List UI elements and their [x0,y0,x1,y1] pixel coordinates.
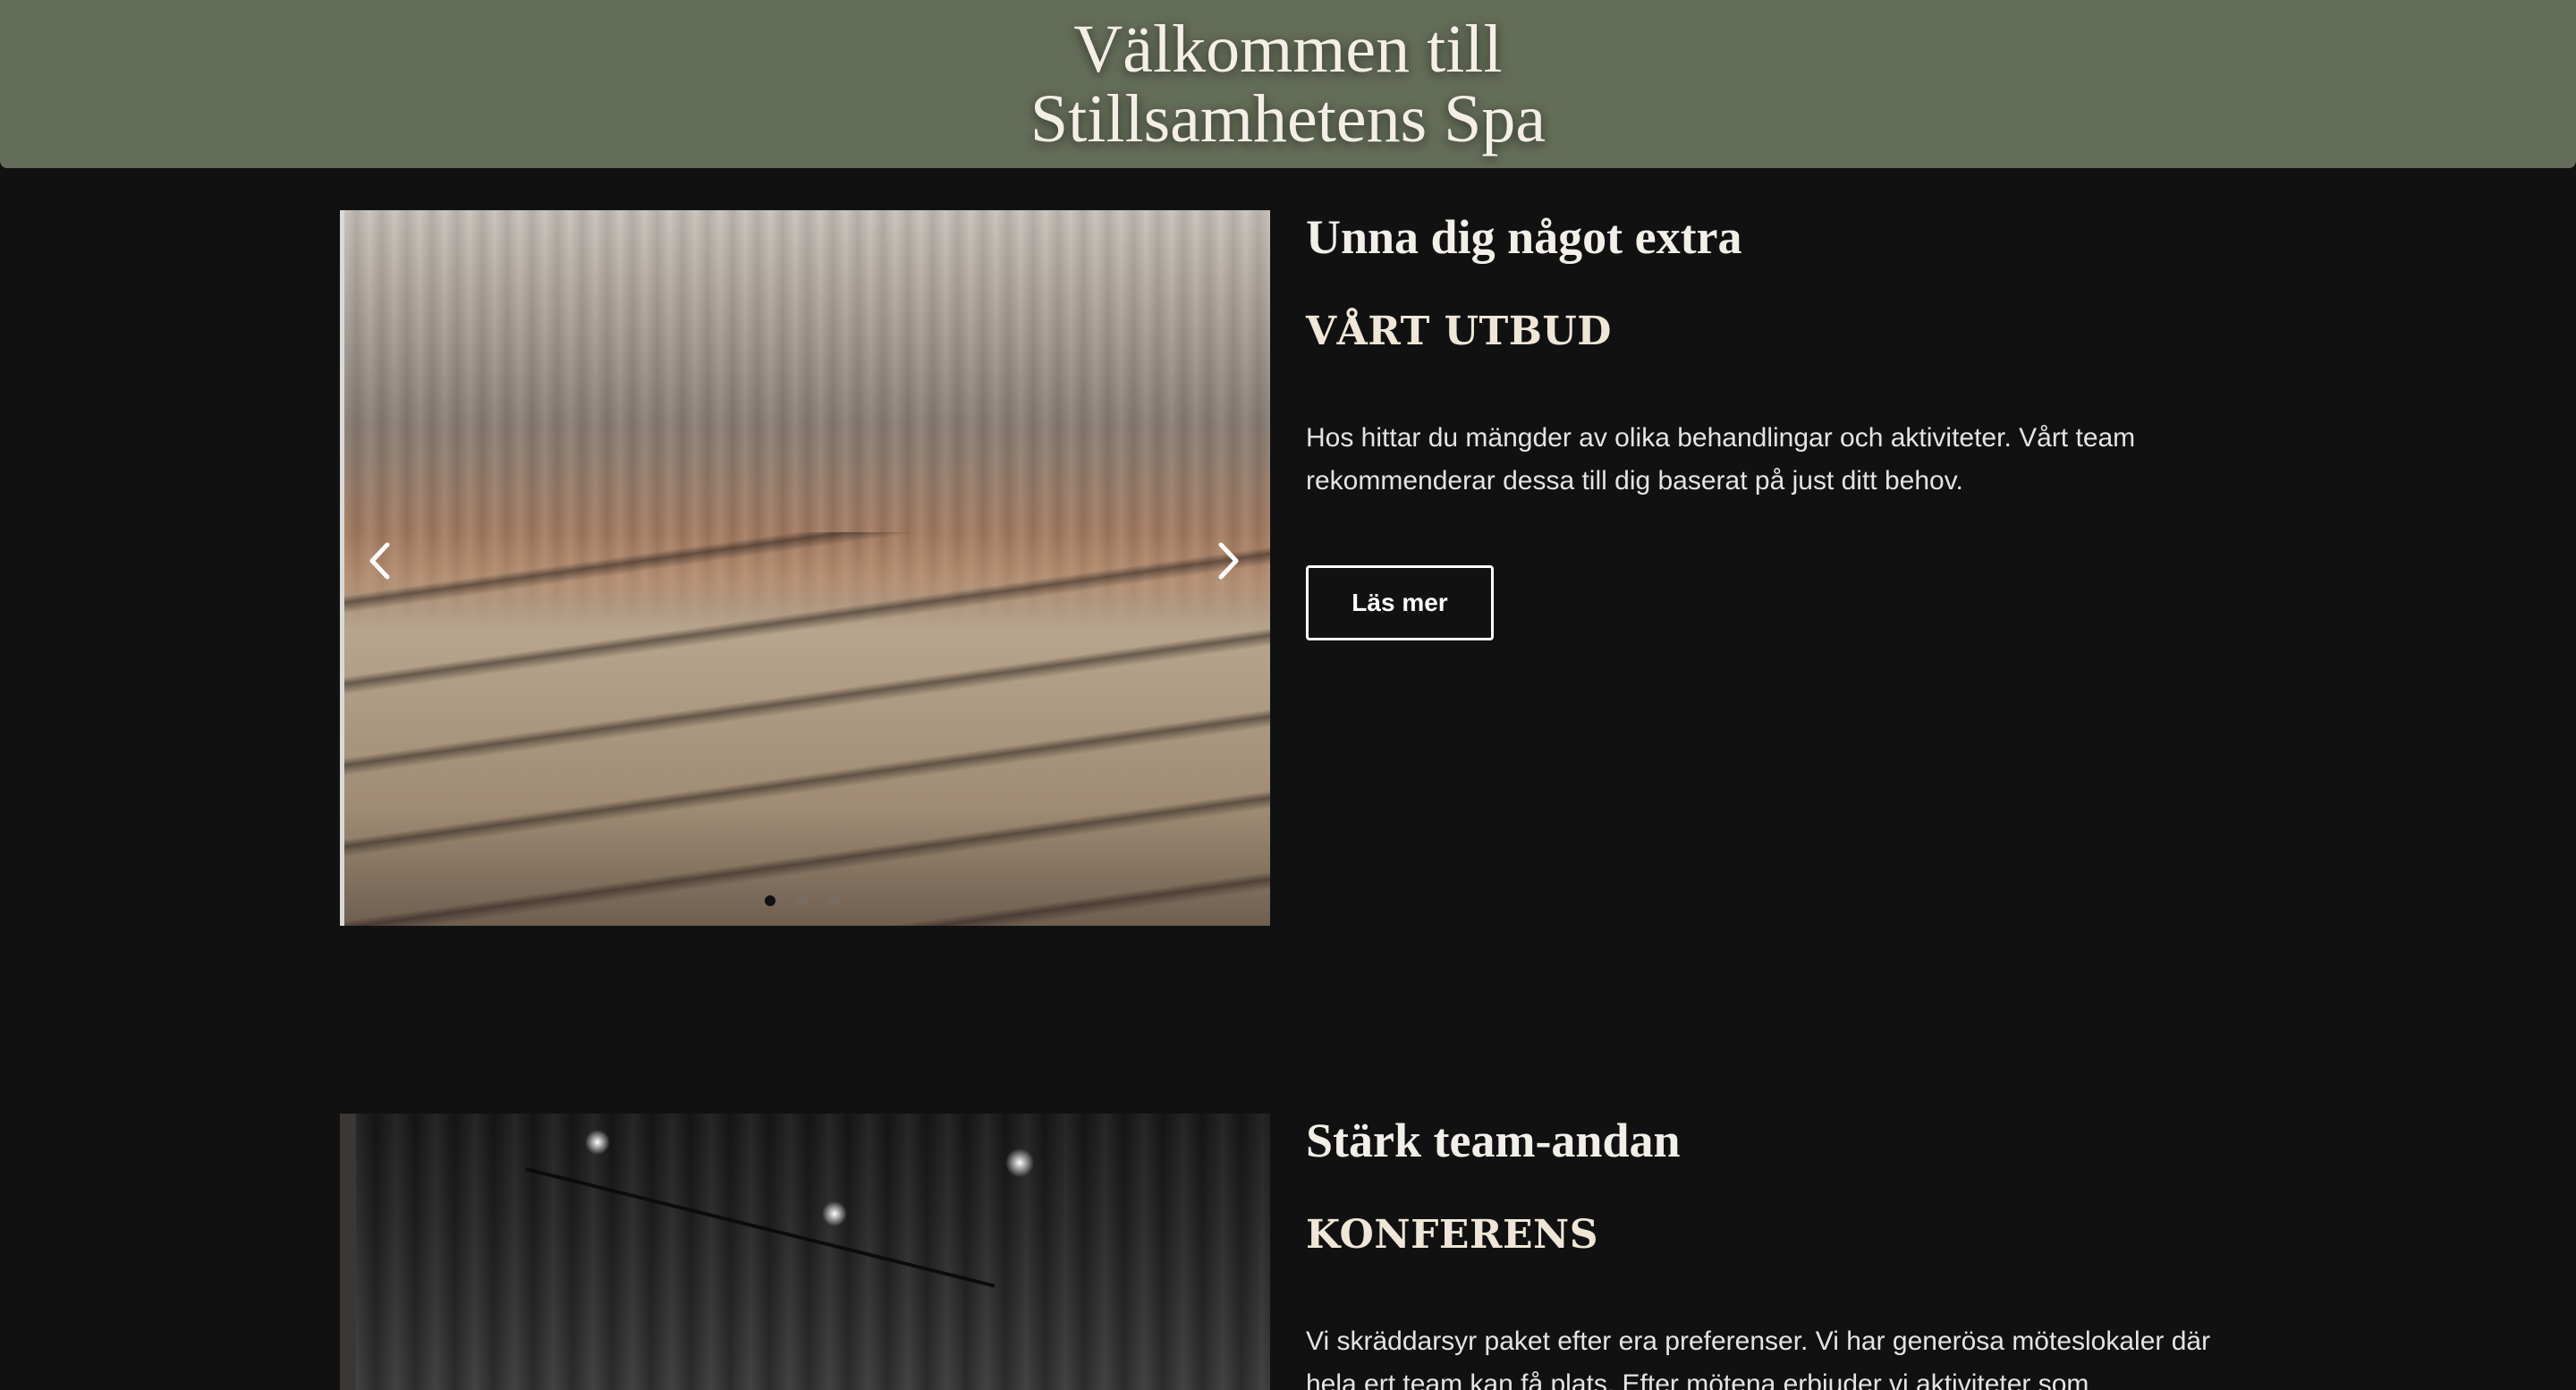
carousel-next-button[interactable] [1211,534,1247,588]
carousel-dot-1[interactable] [765,895,775,906]
hero-title-line-1: Välkommen till [1073,12,1503,87]
conference-room-photo [356,1114,1270,1390]
conference-heading: KONFERENS [1306,1212,1598,1258]
spa-carousel [340,210,1270,926]
hero-banner: Välkommen till Stillsamhetens Spa [0,0,2576,168]
carousel-indicators [765,895,840,906]
conference-section: Stärk team-andan KONFERENS Vi skräddarsy… [1306,1109,2290,1390]
offer-section: Unna dig något extra VÅRT UTBUD Hos hitt… [1306,206,2290,640]
read-more-button[interactable]: Läs mer [1306,565,1494,640]
spa-lounge-photo [344,210,1270,926]
conference-description: Vi skräddarsyr paket efter era preferens… [1306,1326,2211,1390]
carousel-dot-2[interactable] [797,895,808,906]
offer-tagline: Unna dig något extra [1306,210,1742,264]
spotlight-rail [525,1167,996,1288]
offer-description: Hos hittar du mängder av olika behandlin… [1306,423,2136,496]
conference-tagline: Stärk team-andan [1306,1114,1681,1167]
offer-heading: VÅRT UTBUD [1306,309,1612,354]
chevron-left-icon [369,542,390,580]
carousel-dot-3[interactable] [829,895,840,906]
hero-title-line-2: Stillsamhetens Spa [1030,81,1546,157]
chevron-right-icon [1218,542,1239,580]
carousel-prev-button[interactable] [361,534,397,588]
conference-image [340,1114,1270,1390]
